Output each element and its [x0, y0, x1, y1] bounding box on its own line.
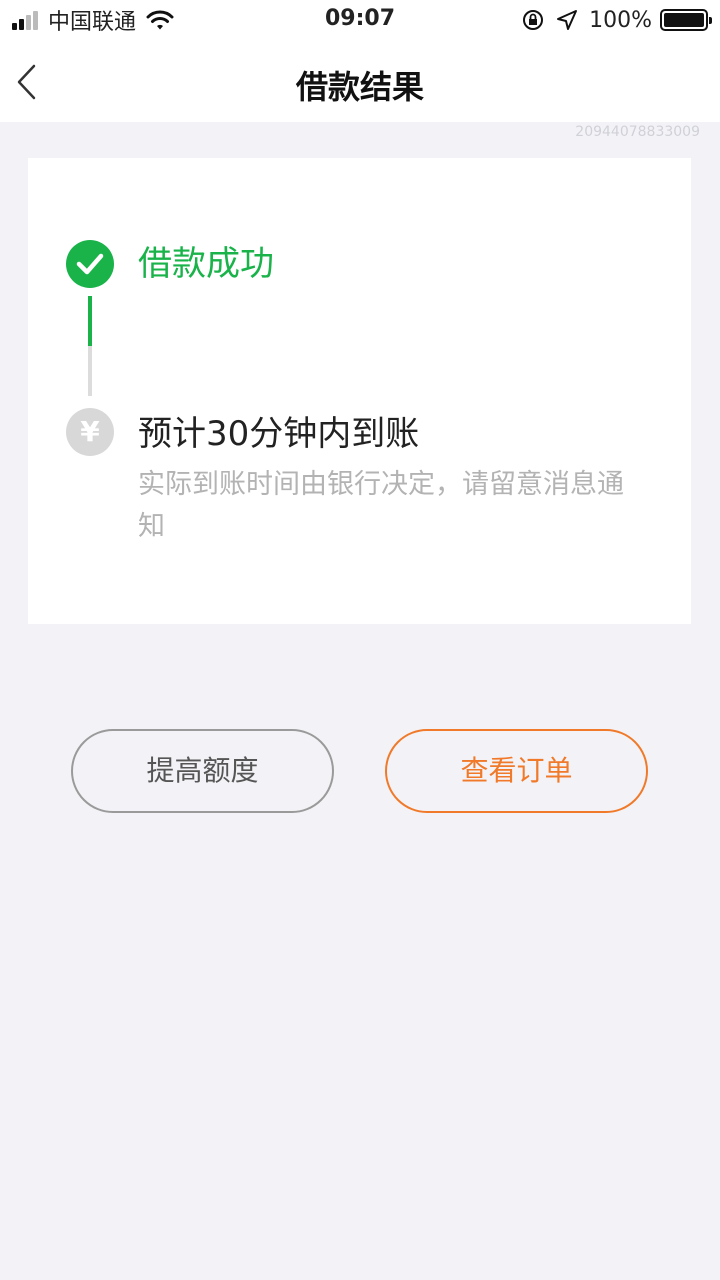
nav-bar: 借款结果 — [0, 40, 720, 122]
step-arrival-desc: 实际到账时间由银行决定，请留意消息通知 — [138, 469, 624, 542]
progress-line-pending — [88, 346, 92, 396]
result-card: 借款成功 ¥ 预计30分钟内到账 实际到账时间由银行决定，请留意消息通知 — [28, 158, 691, 624]
view-order-button[interactable]: 查看订单 — [385, 729, 648, 813]
order-id: 20944078833009 — [575, 124, 700, 140]
location-icon — [557, 10, 578, 30]
step-success-title: 借款成功 — [138, 244, 274, 284]
page-title: 借款结果 — [295, 68, 424, 106]
yuan-icon: ¥ — [66, 408, 114, 456]
progress-line-done — [88, 296, 92, 346]
status-right: 100% — [521, 6, 712, 34]
battery-percent: 100% — [589, 7, 652, 33]
raise-limit-button[interactable]: 提高额度 — [71, 729, 334, 813]
status-bar: 中国联通 09:07 100% — [0, 0, 720, 40]
check-icon — [66, 240, 114, 288]
step-arrival-title: 预计30分钟内到账 — [138, 414, 420, 454]
orientation-lock-icon — [523, 10, 544, 30]
battery-icon — [660, 9, 712, 31]
